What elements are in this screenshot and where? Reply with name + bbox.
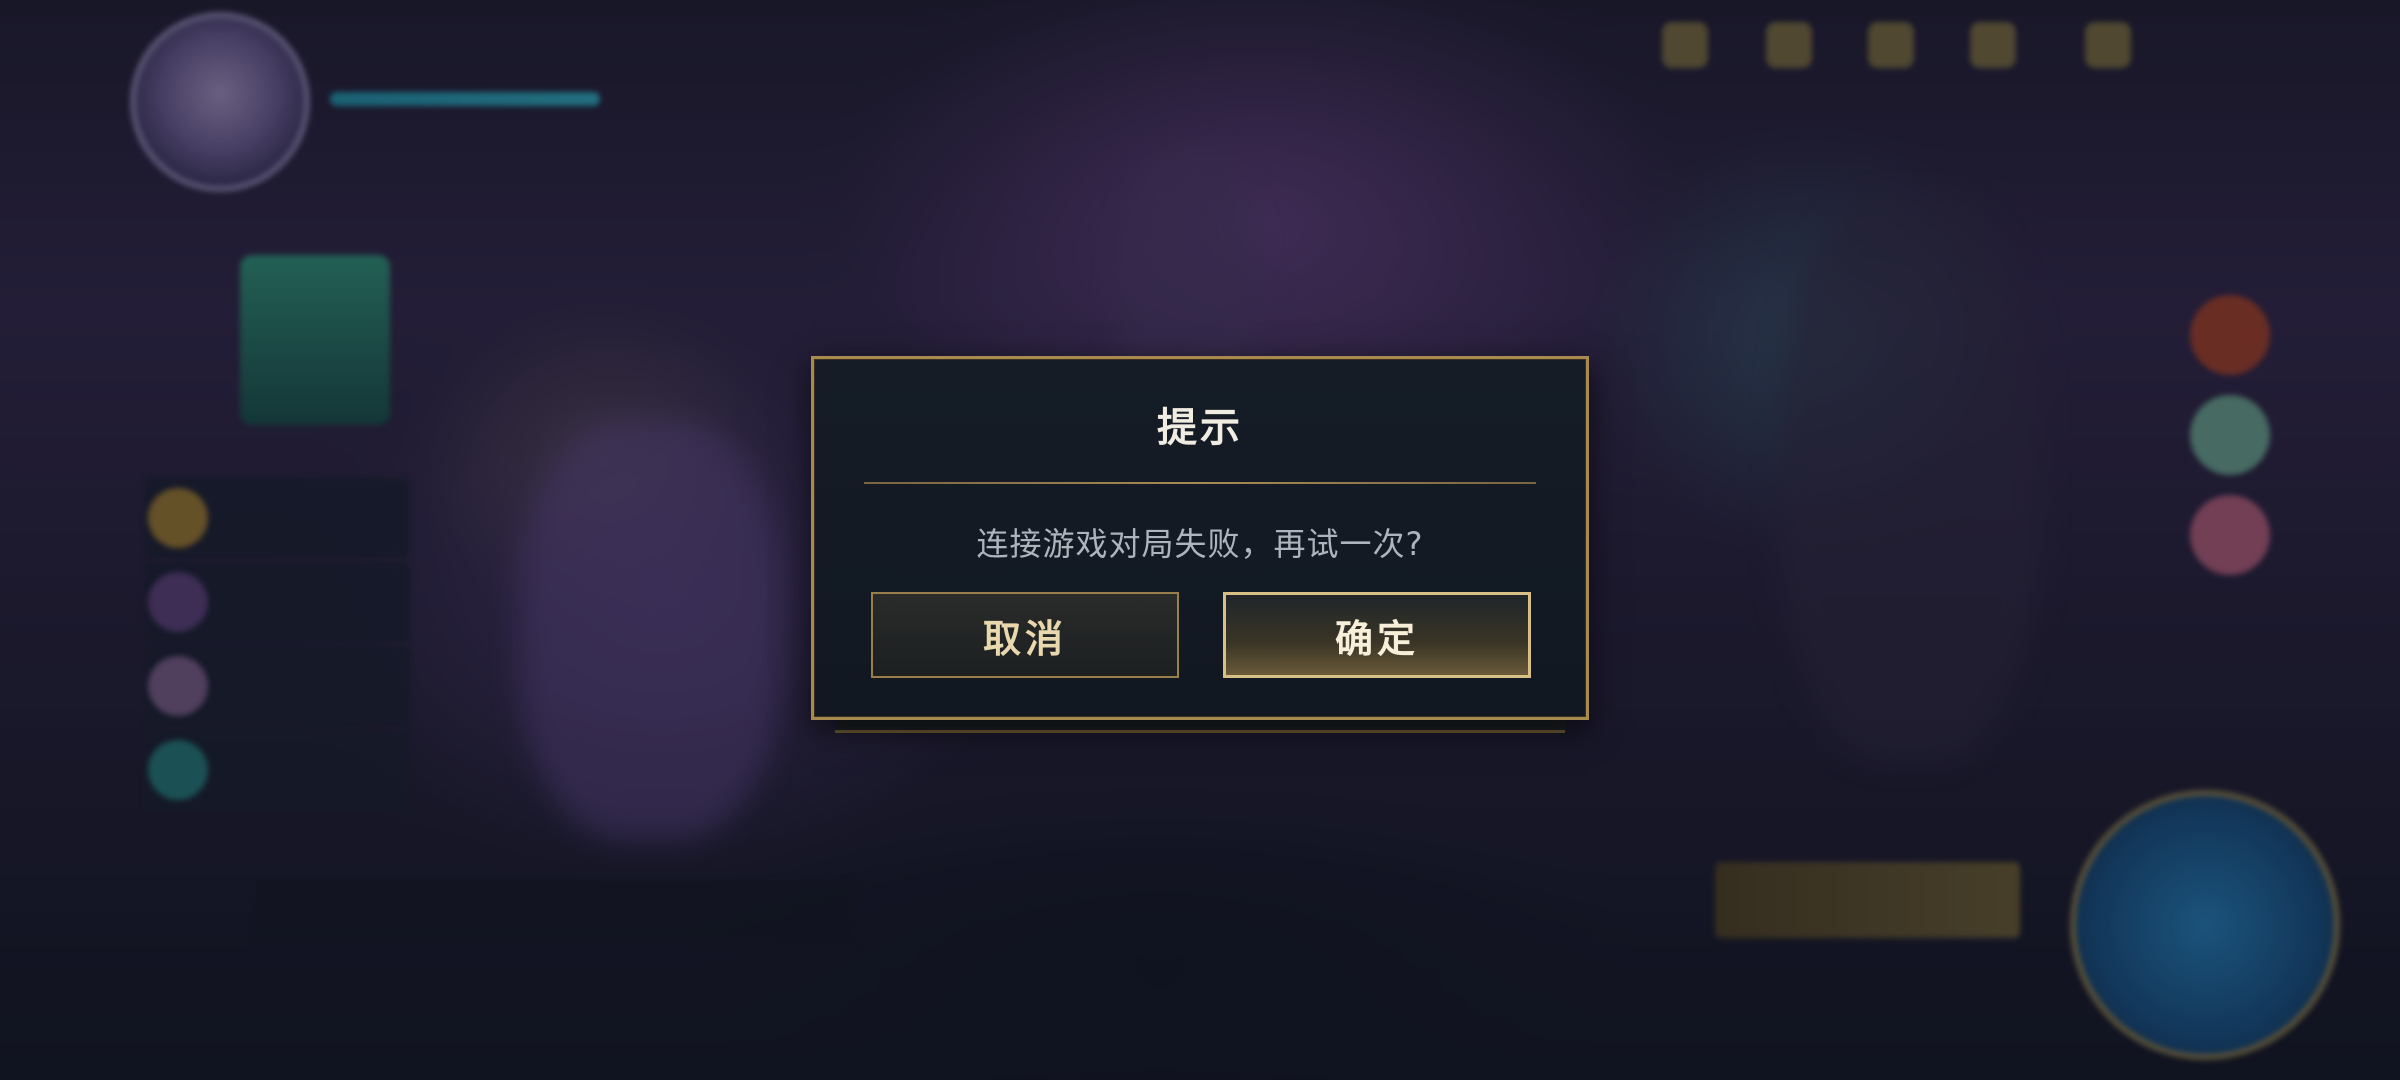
game-lobby-screen: 提示 连接游戏对局失败，再试一次? 取消 确定: [0, 0, 2400, 1080]
dialog-divider: [864, 482, 1536, 484]
dialog-message: 连接游戏对局失败，再试一次?: [976, 525, 1424, 563]
cancel-button-label: 取消: [982, 616, 1067, 661]
confirm-button-label: 确定: [1334, 616, 1419, 661]
dialog-title: 提示: [1157, 405, 1243, 451]
cancel-button[interactable]: 取消: [871, 592, 1179, 678]
confirm-button[interactable]: 确定: [1223, 592, 1531, 678]
connection-failed-dialog: 提示 连接游戏对局失败，再试一次? 取消 确定: [811, 356, 1589, 720]
